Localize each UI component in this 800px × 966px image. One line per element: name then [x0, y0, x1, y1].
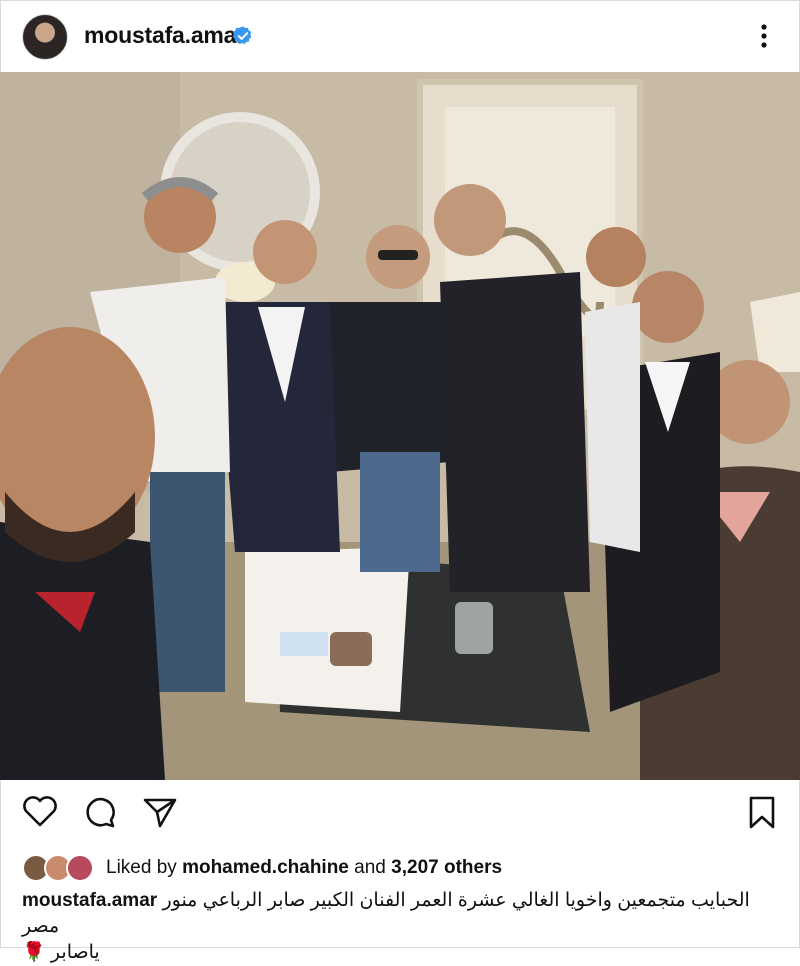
- bookmark-icon[interactable]: [740, 790, 784, 834]
- caption-text-line2: ياصابر 🌹: [22, 942, 100, 963]
- more-vertical-icon[interactable]: [752, 20, 776, 52]
- likes-count[interactable]: 3,207 others: [391, 857, 502, 878]
- post-header: moustafa.amar: [0, 0, 800, 72]
- profile-avatar[interactable]: [22, 14, 68, 60]
- liked-by-username[interactable]: mohamed.chahine: [182, 857, 349, 878]
- heart-icon[interactable]: [18, 790, 62, 834]
- likes-text: Liked by mohamed.chahine and 3,207 other…: [106, 857, 502, 879]
- post-username[interactable]: moustafa.amar: [84, 22, 245, 49]
- verified-badge-icon: [232, 26, 252, 45]
- liker-avatar: [66, 854, 94, 882]
- liker-avatars[interactable]: [22, 854, 100, 882]
- post-caption: moustafa.amar الحبايب متجمعين واخويا الغ…: [22, 888, 762, 966]
- group-photo-illustration: [0, 72, 800, 780]
- likes-prefix: Liked by: [106, 857, 177, 878]
- caption-username[interactable]: moustafa.amar: [22, 890, 157, 911]
- send-icon[interactable]: [138, 790, 182, 834]
- likes-and: and: [354, 857, 386, 878]
- action-bar: [0, 790, 800, 840]
- likes-row: Liked by mohamed.chahine and 3,207 other…: [22, 853, 502, 883]
- post-photo[interactable]: [0, 72, 800, 780]
- comment-icon[interactable]: [78, 790, 122, 834]
